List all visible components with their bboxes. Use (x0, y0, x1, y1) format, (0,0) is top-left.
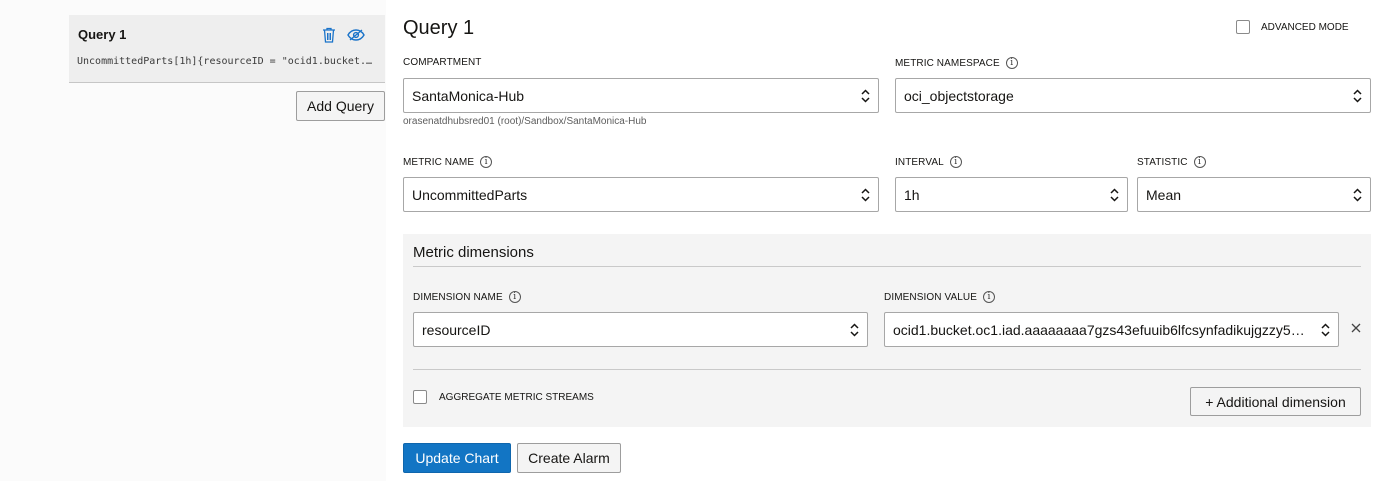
additional-dimension-button[interactable]: + Additional dimension (1190, 387, 1361, 416)
query-sidebar: Query 1 UncommittedParts[1h]{resourceID … (0, 0, 386, 481)
compartment-value: SantaMonica-Hub (412, 87, 525, 104)
dimension-value-value: ocid1.bucket.oc1.iad.aaaaaaaa7gzs43efuui… (893, 321, 1313, 338)
trash-icon[interactable] (319, 25, 339, 45)
select-chevrons-icon (1107, 187, 1121, 202)
remove-dimension-icon[interactable] (1349, 321, 1363, 335)
aggregate-metric-streams-label: AGGREGATE METRIC STREAMS (439, 391, 594, 403)
query-expression: UncommittedParts[1h]{resourceID = "ocid1… (77, 56, 373, 67)
advanced-mode-checkbox[interactable] (1236, 20, 1250, 34)
page-title: Query 1 (403, 17, 475, 39)
interval-select[interactable]: 1h (895, 177, 1128, 212)
update-chart-button[interactable]: Update Chart (403, 443, 511, 473)
info-icon[interactable]: i (480, 156, 493, 168)
aggregate-metric-streams-checkbox[interactable] (413, 390, 427, 404)
metric-dimensions-panel: Metric dimensions DIMENSION NAME i resour… (403, 234, 1371, 427)
aggregate-metric-streams-toggle[interactable]: AGGREGATE METRIC STREAMS (413, 390, 594, 404)
select-chevrons-icon (1350, 88, 1364, 103)
dimension-name-label: DIMENSION NAME i (413, 291, 521, 303)
select-chevrons-icon (858, 88, 872, 103)
compartment-path: orasenatdhubsred01 (root)/Sandbox/SantaM… (403, 116, 647, 127)
dimension-value-select[interactable]: ocid1.bucket.oc1.iad.aaaaaaaa7gzs43efuui… (884, 312, 1339, 347)
info-icon[interactable]: i (949, 156, 962, 168)
compartment-select[interactable]: SantaMonica-Hub (403, 78, 879, 113)
statistic-value: Mean (1146, 186, 1182, 203)
metric-name-select[interactable]: UncommittedParts (403, 177, 879, 212)
statistic-select[interactable]: Mean (1137, 177, 1371, 212)
metric-namespace-label: METRIC NAMESPACE i (895, 57, 1018, 69)
query-editor: Query 1 ADVANCED MODE COMPARTMENT SantaM… (386, 0, 1377, 481)
divider (413, 266, 1361, 267)
divider (413, 369, 1361, 370)
select-chevrons-icon (847, 322, 861, 337)
metric-name-value: UncommittedParts (412, 186, 528, 203)
info-icon[interactable]: i (508, 291, 521, 303)
select-chevrons-icon (1350, 187, 1364, 202)
info-icon[interactable]: i (983, 291, 995, 303)
select-chevrons-icon (1318, 322, 1332, 337)
metric-dimensions-title: Metric dimensions (413, 244, 534, 261)
statistic-label: STATISTIC i (1137, 156, 1206, 168)
select-chevrons-icon (858, 187, 872, 202)
metric-namespace-select[interactable]: oci_objectstorage (895, 78, 1371, 113)
query-card-title: Query 1 (78, 27, 127, 42)
dimension-name-value: resourceID (422, 321, 491, 338)
info-icon[interactable]: i (1005, 57, 1018, 69)
dimension-name-select[interactable]: resourceID (413, 312, 868, 347)
info-icon[interactable]: i (1193, 156, 1206, 168)
compartment-label: COMPARTMENT (403, 57, 482, 68)
eye-icon[interactable] (346, 25, 366, 45)
query-card[interactable]: Query 1 UncommittedParts[1h]{resourceID … (69, 15, 385, 83)
add-query-button[interactable]: Add Query (296, 91, 385, 121)
metric-name-label: METRIC NAME i (403, 156, 493, 168)
interval-label: INTERVAL i (895, 156, 962, 168)
metric-namespace-value: oci_objectstorage (904, 87, 1014, 104)
interval-value: 1h (904, 186, 920, 203)
advanced-mode-label: ADVANCED MODE (1261, 21, 1349, 33)
dimension-value-label: DIMENSION VALUE i (884, 291, 995, 303)
advanced-mode-toggle[interactable]: ADVANCED MODE (1236, 20, 1349, 34)
create-alarm-button[interactable]: Create Alarm (517, 443, 621, 473)
